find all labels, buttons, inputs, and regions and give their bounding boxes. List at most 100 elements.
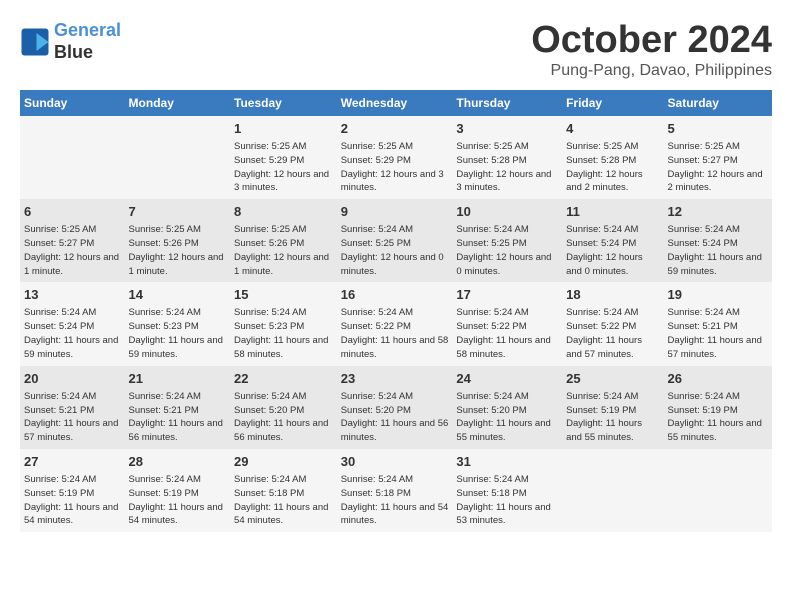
calendar-cell: 21Sunrise: 5:24 AMSunset: 5:21 PMDayligh… — [125, 366, 231, 449]
day-info: Sunrise: 5:24 AMSunset: 5:19 PMDaylight:… — [24, 473, 121, 528]
calendar-cell: 10Sunrise: 5:24 AMSunset: 5:25 PMDayligh… — [452, 199, 562, 282]
day-number: 9 — [341, 203, 449, 221]
calendar-cell: 23 Sunrise: 5:24 AMSunset: 5:20 PMDayligh… — [337, 366, 453, 449]
calendar-cell: 17 Sunrise: 5:24 AMSunset: 5:22 PMDayligh… — [452, 282, 562, 365]
day-info: Sunrise: 5:24 AMSunset: 5:24 PMDaylight:… — [566, 223, 659, 278]
day-info: Sunrise: 5:24 AMSunset: 5:20 PMDaylight:… — [234, 390, 333, 445]
day-info: Sunrise: 5:24 AMSunset: 5:19 PMDaylight:… — [129, 473, 227, 528]
day-info: Sunrise: 5:25 AMSunset: 5:27 PMDaylight:… — [668, 140, 768, 195]
day-number: 14 — [129, 286, 227, 304]
day-number: 1 — [234, 120, 333, 138]
calendar-week-1: 1 Sunrise: 5:25 AMSunset: 5:29 PMDaylight… — [20, 116, 772, 199]
title-section: October 2024 Pung-Pang, Davao, Philippin… — [531, 20, 772, 80]
day-info: Sunrise: 5:25 AMSunset: 5:26 PMDaylight:… — [129, 223, 227, 278]
calendar-cell — [664, 449, 772, 532]
month-title: October 2024 — [531, 20, 772, 62]
day-number: 16 — [341, 286, 449, 304]
header-cell-wednesday: Wednesday — [337, 90, 453, 116]
calendar-cell — [20, 116, 125, 199]
day-number: 18 — [566, 286, 659, 304]
day-info: Sunrise: 5:25 AMSunset: 5:26 PMDaylight:… — [234, 223, 333, 278]
calendar-cell: 13Sunrise: 5:24 AMSunset: 5:24 PMDayligh… — [20, 282, 125, 365]
calendar-cell: 8 Sunrise: 5:25 AMSunset: 5:26 PMDaylight… — [230, 199, 337, 282]
calendar-cell: 19Sunrise: 5:24 AMSunset: 5:21 PMDayligh… — [664, 282, 772, 365]
header-cell-thursday: Thursday — [452, 90, 562, 116]
day-info: Sunrise: 5:24 AMSunset: 5:20 PMDaylight:… — [341, 390, 449, 445]
calendar-cell: 25 Sunrise: 5:24 AMSunset: 5:19 PMDayligh… — [562, 366, 663, 449]
calendar-cell: 3 Sunrise: 5:25 AMSunset: 5:28 PMDaylight… — [452, 116, 562, 199]
header-cell-saturday: Saturday — [664, 90, 772, 116]
day-number: 23 — [341, 370, 449, 388]
calendar-cell: 5 Sunrise: 5:25 AMSunset: 5:27 PMDaylight… — [664, 116, 772, 199]
day-number: 21 — [129, 370, 227, 388]
calendar-cell: 14 Sunrise: 5:24 AMSunset: 5:23 PMDayligh… — [125, 282, 231, 365]
calendar-cell: 9 Sunrise: 5:24 AMSunset: 5:25 PMDaylight… — [337, 199, 453, 282]
calendar-cell: 27 Sunrise: 5:24 AMSunset: 5:19 PMDayligh… — [20, 449, 125, 532]
day-info: Sunrise: 5:24 AMSunset: 5:21 PMDaylight:… — [24, 390, 121, 445]
calendar-cell: 4Sunrise: 5:25 AMSunset: 5:28 PMDaylight… — [562, 116, 663, 199]
calendar-cell: 11 Sunrise: 5:24 AMSunset: 5:24 PMDayligh… — [562, 199, 663, 282]
day-number: 20 — [24, 370, 121, 388]
day-number: 5 — [668, 120, 768, 138]
calendar-cell: 31 Sunrise: 5:24 AMSunset: 5:18 PMDayligh… — [452, 449, 562, 532]
day-info: Sunrise: 5:24 AMSunset: 5:19 PMDaylight:… — [668, 390, 768, 445]
calendar-header: SundayMondayTuesdayWednesdayThursdayFrid… — [20, 90, 772, 116]
day-number: 8 — [234, 203, 333, 221]
day-number: 11 — [566, 203, 659, 221]
day-info: Sunrise: 5:24 AMSunset: 5:18 PMDaylight:… — [234, 473, 333, 528]
calendar-cell: 26 Sunrise: 5:24 AMSunset: 5:19 PMDayligh… — [664, 366, 772, 449]
calendar-week-2: 6Sunrise: 5:25 AMSunset: 5:27 PMDaylight… — [20, 199, 772, 282]
day-info: Sunrise: 5:25 AMSunset: 5:28 PMDaylight:… — [456, 140, 558, 195]
day-info: Sunrise: 5:24 AMSunset: 5:23 PMDaylight:… — [129, 306, 227, 361]
calendar-cell: 1Sunrise: 5:25 AMSunset: 5:29 PMDaylight… — [230, 116, 337, 199]
day-info: Sunrise: 5:25 AMSunset: 5:27 PMDaylight:… — [24, 223, 121, 278]
calendar-cell: 30 Sunrise: 5:24 AMSunset: 5:18 PMDayligh… — [337, 449, 453, 532]
day-number: 12 — [668, 203, 768, 221]
day-number: 27 — [24, 453, 121, 471]
calendar-cell: 18 Sunrise: 5:24 AMSunset: 5:22 PMDayligh… — [562, 282, 663, 365]
day-number: 30 — [341, 453, 449, 471]
calendar-week-4: 20 Sunrise: 5:24 AMSunset: 5:21 PMDayligh… — [20, 366, 772, 449]
day-info: Sunrise: 5:24 AMSunset: 5:21 PMDaylight:… — [668, 306, 768, 361]
calendar-cell — [125, 116, 231, 199]
calendar-cell: 22 Sunrise: 5:24 AMSunset: 5:20 PMDayligh… — [230, 366, 337, 449]
day-info: Sunrise: 5:24 AMSunset: 5:24 PMDaylight:… — [668, 223, 768, 278]
calendar-cell: 29Sunrise: 5:24 AMSunset: 5:18 PMDayligh… — [230, 449, 337, 532]
page-header: General Blue October 2024 Pung-Pang, Dav… — [20, 20, 772, 80]
calendar-cell: 24Sunrise: 5:24 AMSunset: 5:20 PMDayligh… — [452, 366, 562, 449]
header-cell-sunday: Sunday — [20, 90, 125, 116]
calendar-week-5: 27 Sunrise: 5:24 AMSunset: 5:19 PMDayligh… — [20, 449, 772, 532]
day-number: 25 — [566, 370, 659, 388]
day-info: Sunrise: 5:24 AMSunset: 5:18 PMDaylight:… — [456, 473, 558, 528]
logo-icon — [20, 27, 50, 57]
day-info: Sunrise: 5:24 AMSunset: 5:22 PMDaylight:… — [456, 306, 558, 361]
logo: General Blue — [20, 20, 121, 63]
day-info: Sunrise: 5:24 AMSunset: 5:25 PMDaylight:… — [341, 223, 449, 278]
calendar-cell — [562, 449, 663, 532]
day-number: 22 — [234, 370, 333, 388]
day-number: 10 — [456, 203, 558, 221]
day-number: 2 — [341, 120, 449, 138]
day-number: 24 — [456, 370, 558, 388]
header-cell-tuesday: Tuesday — [230, 90, 337, 116]
day-info: Sunrise: 5:24 AMSunset: 5:22 PMDaylight:… — [341, 306, 449, 361]
day-info: Sunrise: 5:24 AMSunset: 5:23 PMDaylight:… — [234, 306, 333, 361]
day-number: 15 — [234, 286, 333, 304]
calendar-cell: 15 Sunrise: 5:24 AMSunset: 5:23 PMDayligh… — [230, 282, 337, 365]
day-number: 4 — [566, 120, 659, 138]
calendar-cell: 2 Sunrise: 5:25 AMSunset: 5:29 PMDaylight… — [337, 116, 453, 199]
day-number: 3 — [456, 120, 558, 138]
day-info: Sunrise: 5:24 AMSunset: 5:19 PMDaylight:… — [566, 390, 659, 445]
day-number: 31 — [456, 453, 558, 471]
calendar-cell: 12 Sunrise: 5:24 AMSunset: 5:24 PMDayligh… — [664, 199, 772, 282]
day-number: 17 — [456, 286, 558, 304]
day-number: 26 — [668, 370, 768, 388]
day-info: Sunrise: 5:24 AMSunset: 5:24 PMDaylight:… — [24, 306, 121, 361]
day-info: Sunrise: 5:24 AMSunset: 5:18 PMDaylight:… — [341, 473, 449, 528]
calendar-body: 1 Sunrise: 5:25 AMSunset: 5:29 PMDaylight… — [20, 116, 772, 532]
day-info: Sunrise: 5:25 AMSunset: 5:29 PMDaylight:… — [341, 140, 449, 195]
day-info: Sunrise: 5:24 AMSunset: 5:22 PMDaylight:… — [566, 306, 659, 361]
calendar-table: SundayMondayTuesdayWednesdayThursdayFrid… — [20, 90, 772, 532]
day-number: 28 — [129, 453, 227, 471]
day-number: 7 — [129, 203, 227, 221]
